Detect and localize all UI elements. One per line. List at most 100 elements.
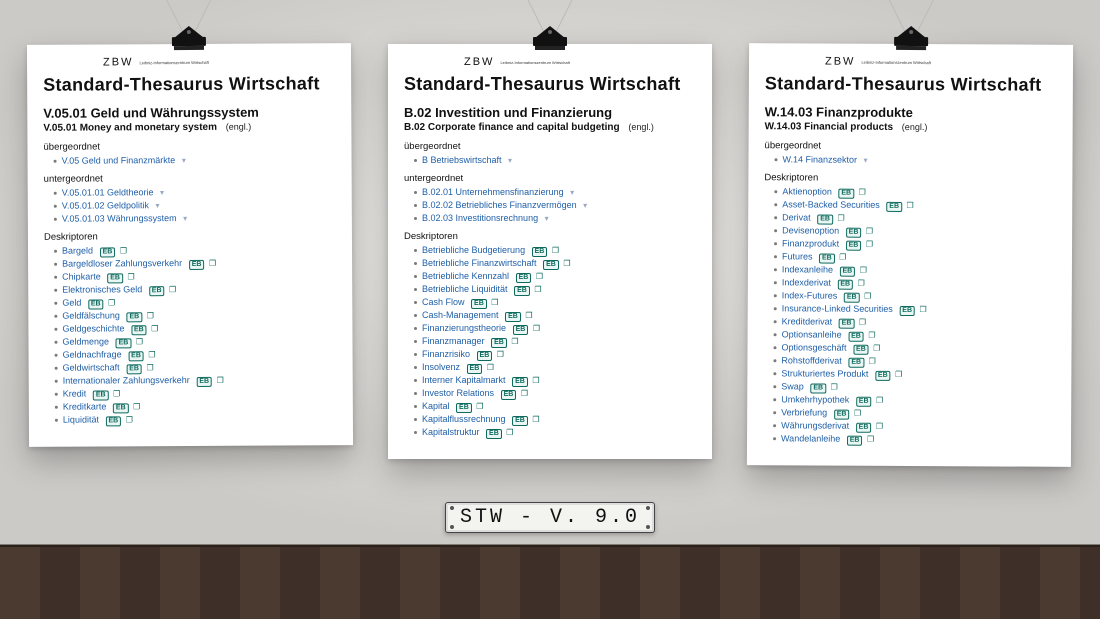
term-link[interactable]: V.05.01.01 Geldtheorie	[62, 187, 154, 197]
term-link[interactable]: Insurance-Linked Securities	[782, 303, 893, 314]
stack-icon[interactable]: ❐	[860, 266, 867, 275]
eb-badge[interactable]: EB	[839, 267, 855, 277]
list-item[interactable]: Cash-Management EB ❐	[414, 309, 696, 322]
eb-badge[interactable]: EB	[847, 436, 863, 446]
eb-badge[interactable]: EB	[838, 189, 854, 199]
stack-icon[interactable]: ❐	[839, 253, 846, 262]
term-link[interactable]: Verbriefung	[781, 407, 827, 417]
term-link[interactable]: W.14 Finanzsektor	[782, 154, 857, 164]
eb-badge[interactable]: EB	[88, 299, 104, 309]
eb-badge[interactable]: EB	[471, 299, 487, 309]
eb-badge[interactable]: EB	[532, 247, 548, 257]
list-item[interactable]: V.05.01.03 Währungssystem ▾	[54, 211, 336, 225]
eb-badge[interactable]: EB	[848, 332, 864, 342]
eb-badge[interactable]: EB	[844, 293, 860, 303]
term-link[interactable]: V.05 Geld und Finanzmärkte	[62, 155, 176, 166]
list-item[interactable]: V.05 Geld und Finanzmärkte ▾	[54, 153, 336, 167]
stack-icon[interactable]: ❐	[133, 402, 140, 411]
eb-badge[interactable]: EB	[513, 325, 529, 335]
stack-icon[interactable]: ❐	[920, 305, 927, 314]
eb-badge[interactable]: EB	[810, 383, 826, 393]
term-link[interactable]: Betriebliche Kennzahl	[422, 271, 509, 281]
list-item[interactable]: Cash Flow EB ❐	[414, 296, 696, 309]
list-item[interactable]: Betriebliche Kennzahl EB ❐	[414, 270, 696, 283]
stack-icon[interactable]: ❐	[533, 324, 540, 333]
term-link[interactable]: Derivat	[782, 212, 811, 222]
eb-badge[interactable]: EB	[899, 306, 915, 316]
eb-badge[interactable]: EB	[516, 273, 532, 283]
eb-badge[interactable]: EB	[886, 202, 902, 212]
term-link[interactable]: Betriebliche Finanzwirtschaft	[422, 258, 537, 268]
stack-icon[interactable]: ❐	[854, 409, 861, 418]
list-item[interactable]: Finanzmanager EB ❐	[414, 335, 696, 348]
list-item[interactable]: Kapital EB ❐	[414, 400, 696, 413]
eb-badge[interactable]: EB	[819, 254, 835, 264]
eb-badge[interactable]: EB	[501, 390, 517, 400]
term-link[interactable]: Insolvenz	[422, 362, 460, 372]
eb-badge[interactable]: EB	[128, 351, 144, 361]
stack-icon[interactable]: ❐	[147, 311, 154, 320]
stack-icon[interactable]: ❐	[876, 422, 883, 431]
term-link[interactable]: Finanzierungstheorie	[422, 323, 506, 333]
eb-badge[interactable]: EB	[486, 429, 502, 439]
stack-icon[interactable]: ❐	[552, 246, 559, 255]
term-link[interactable]: Chipkarte	[62, 271, 101, 281]
eb-badge[interactable]: EB	[491, 338, 507, 348]
term-link[interactable]: Internationaler Zahlungsverkehr	[63, 375, 190, 386]
term-link[interactable]: Liquidität	[63, 414, 99, 424]
stack-icon[interactable]: ❐	[867, 435, 874, 444]
term-link[interactable]: Asset-Backed Securities	[782, 199, 880, 210]
stack-icon[interactable]: ❐	[837, 214, 844, 223]
list-item[interactable]: W.14 Finanzsektor ▾	[774, 153, 1056, 167]
term-link[interactable]: Bargeld	[62, 246, 93, 256]
term-link[interactable]: V.05.01.03 Währungssystem	[62, 213, 177, 224]
stack-icon[interactable]: ❐	[536, 272, 543, 281]
eb-badge[interactable]: EB	[846, 241, 862, 251]
eb-badge[interactable]: EB	[107, 273, 123, 283]
term-link[interactable]: Betriebliche Budgetierung	[422, 245, 525, 255]
stack-icon[interactable]: ❐	[858, 279, 865, 288]
eb-badge[interactable]: EB	[848, 358, 864, 368]
list-item[interactable]: B.02.02 Betriebliches Finanzvermögen ▾	[414, 199, 696, 212]
stack-icon[interactable]: ❐	[497, 350, 504, 359]
term-link[interactable]: Geldmenge	[62, 336, 109, 346]
list-item[interactable]: B.02.01 Unternehmensfinanzierung ▾	[414, 186, 696, 199]
stack-icon[interactable]: ❐	[866, 227, 873, 236]
stack-icon[interactable]: ❐	[907, 201, 914, 210]
term-link[interactable]: Kapital	[422, 401, 450, 411]
stack-icon[interactable]: ❐	[866, 240, 873, 249]
term-link[interactable]: Geldgeschichte	[62, 323, 124, 333]
term-link[interactable]: Aktienoption	[782, 186, 832, 196]
list-item[interactable]: B Betriebswirtschaft ▾	[414, 154, 696, 167]
term-link[interactable]: Elektronisches Geld	[62, 284, 142, 294]
stack-icon[interactable]: ❐	[864, 292, 871, 301]
eb-badge[interactable]: EB	[837, 280, 853, 290]
eb-badge[interactable]: EB	[131, 325, 147, 335]
eb-badge[interactable]: EB	[113, 403, 129, 413]
term-link[interactable]: Interner Kapitalmarkt	[422, 375, 506, 385]
stack-icon[interactable]: ❐	[126, 415, 133, 424]
stack-icon[interactable]: ❐	[146, 363, 153, 372]
list-item[interactable]: Betriebliche Liquidität EB ❐	[414, 283, 696, 296]
stack-icon[interactable]: ❐	[859, 318, 866, 327]
term-link[interactable]: Optionsgeschäft	[781, 342, 846, 352]
eb-badge[interactable]: EB	[100, 247, 116, 257]
term-link[interactable]: Kapitalflussrechnung	[422, 414, 506, 424]
stack-icon[interactable]: ❐	[217, 376, 224, 385]
list-item[interactable]: Insolvenz EB ❐	[414, 361, 696, 374]
stack-icon[interactable]: ❐	[151, 324, 158, 333]
term-link[interactable]: Strukturiertes Produkt	[781, 368, 868, 378]
stack-icon[interactable]: ❐	[113, 389, 120, 398]
stack-icon[interactable]: ❐	[120, 246, 127, 255]
eb-badge[interactable]: EB	[105, 416, 121, 426]
term-link[interactable]: Bargeldloser Zahlungsverkehr	[62, 258, 182, 269]
list-item[interactable]: Finanzierungstheorie EB ❐	[414, 322, 696, 335]
term-link[interactable]: Kredit	[63, 389, 87, 399]
term-link[interactable]: Geldwirtschaft	[63, 362, 120, 372]
list-item[interactable]: Interner Kapitalmarkt EB ❐	[414, 374, 696, 387]
eb-badge[interactable]: EB	[856, 397, 872, 407]
stack-icon[interactable]: ❐	[534, 285, 541, 294]
list-item[interactable]: Betriebliche Budgetierung EB ❐	[414, 244, 696, 257]
eb-badge[interactable]: EB	[505, 312, 521, 322]
term-link[interactable]: Indexanleihe	[782, 264, 833, 274]
